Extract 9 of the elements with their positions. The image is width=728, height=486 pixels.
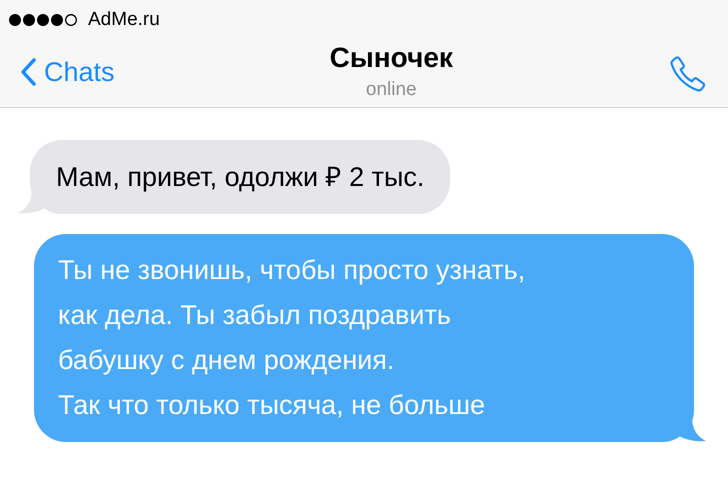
incoming-message: Мам, привет, одолжи ₽ 2 тыс. <box>30 140 450 214</box>
signal-icon <box>8 13 80 27</box>
contact-status: online <box>366 78 417 102</box>
outgoing-message: Ты не звонишь, чтобы просто узнать, как дела. Ты забыл поздравить бабушку с днем рождения. Так что только тысяча, не больше <box>34 234 694 442</box>
carrier-name: AdMe.ru <box>88 8 160 32</box>
chat-title: Сыночек <box>330 41 453 75</box>
back-button[interactable]: Chats <box>20 52 115 92</box>
phone-icon[interactable] <box>668 54 708 94</box>
chevron-left-icon <box>20 58 36 86</box>
